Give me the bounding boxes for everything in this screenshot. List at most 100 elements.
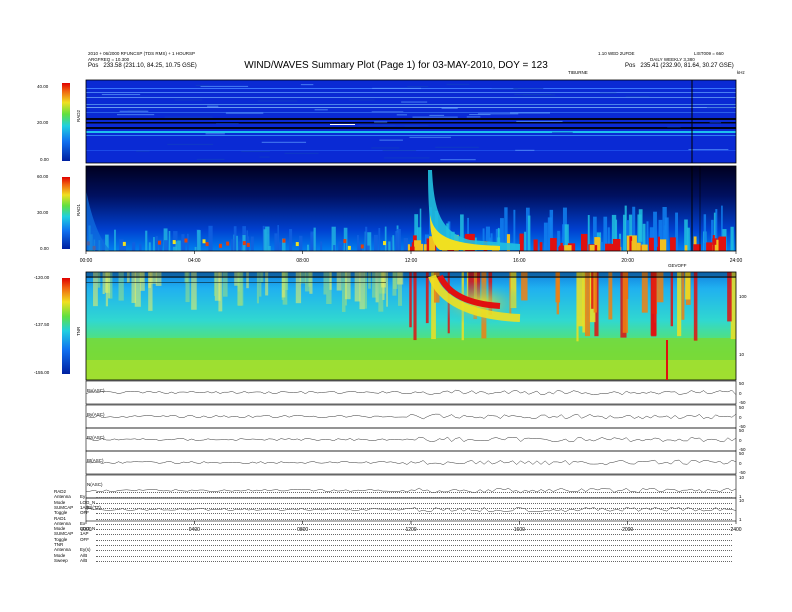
footer-value-9: OFF xyxy=(80,536,89,542)
rad1-streak-36 xyxy=(388,241,391,251)
line-xtick-label-6: 2400 xyxy=(730,527,741,533)
footer-value-6: Ex xyxy=(80,520,86,526)
rad2-speck-31 xyxy=(127,109,147,111)
rad1-dot-2 xyxy=(383,241,387,246)
rad1-xtick-label-3: 12:00 xyxy=(405,258,418,264)
rad2-line-4 xyxy=(86,107,736,108)
footer-dotted-line-13 xyxy=(96,560,732,562)
rad1-streak-115 xyxy=(403,237,409,251)
rad2-speck-14 xyxy=(116,114,155,116)
rad2-speck-24 xyxy=(382,150,417,152)
rad2-speck-13 xyxy=(174,99,203,101)
line-trace-1 xyxy=(85,413,737,420)
rad2-colorbar xyxy=(62,83,70,161)
rad1-dot-0 xyxy=(360,244,364,249)
rad2-speck-34 xyxy=(396,114,408,116)
rad2-speck-15 xyxy=(706,107,735,109)
footer-value-1: Ey xyxy=(80,494,86,500)
rad1-streak-150 xyxy=(132,242,136,251)
rad1-hot-64 xyxy=(560,242,563,251)
rad2-speck-28 xyxy=(195,84,209,86)
line-panels xyxy=(85,380,737,522)
tnr-streak-83 xyxy=(641,272,648,313)
rad2-speck-20 xyxy=(446,83,470,85)
footer-key-10: TNR xyxy=(54,542,64,547)
line-panel-right-tick: 10 xyxy=(739,475,745,480)
rad2-speck-19 xyxy=(688,149,729,151)
footer-key-2: Mode xyxy=(54,499,66,505)
tnr-right-tick-10: 10 xyxy=(739,352,745,357)
footer-dotted-line-0 xyxy=(96,492,732,493)
rad1-dot-6 xyxy=(205,242,209,247)
line-panel-right-tick: 0 xyxy=(739,390,742,396)
tnr-dark-band-1 xyxy=(86,276,736,278)
rad1-streak-131 xyxy=(231,239,234,251)
rad2-speck-26 xyxy=(101,94,141,96)
tnr-streak-49 xyxy=(409,272,412,328)
rad2-line-3 xyxy=(86,104,736,105)
line-panel-frame-3 xyxy=(85,450,737,475)
line-panel-frame-4 xyxy=(85,474,737,499)
rad2-speck-6 xyxy=(164,116,213,118)
footer-key-12: Mode xyxy=(54,552,66,558)
tnr-streak-52 xyxy=(593,272,597,313)
tnr-streak-34 xyxy=(693,272,698,341)
rad1-hot-61 xyxy=(589,244,595,251)
footer-dotted-line-10 xyxy=(96,545,732,546)
rad2-speck-42 xyxy=(383,157,430,159)
rad2-speck-22 xyxy=(259,156,270,158)
rad1-streak-158 xyxy=(197,230,201,251)
rad2-speck-49 xyxy=(514,94,552,96)
rad2-speck-52 xyxy=(205,133,225,135)
rad1-colorbar xyxy=(62,177,70,249)
rad2-line-1 xyxy=(86,92,736,93)
footer-dotted-line-6 xyxy=(96,523,732,525)
footer-value-4: OFF xyxy=(80,510,89,516)
footer-value-11: Ey(s) xyxy=(80,547,91,553)
rad1-streak-32 xyxy=(139,243,142,251)
rad1-streak-73 xyxy=(320,241,323,251)
rad1-dot-7 xyxy=(172,240,176,245)
rad1-hot-39 xyxy=(580,233,588,251)
tnr-panel xyxy=(62,271,737,381)
rad1-streak-0 xyxy=(168,230,171,251)
tnr-streak-104 xyxy=(622,272,629,333)
rad1-streak-97 xyxy=(233,226,237,251)
footer-key-7: Mode xyxy=(54,526,66,532)
rad1-dot-11 xyxy=(246,242,250,247)
rad1-xtick-label-4: 16:00 xyxy=(513,258,526,264)
footer-dotted-line-11 xyxy=(96,550,732,552)
rad1-hot-68 xyxy=(539,242,543,251)
line-trace-3 xyxy=(85,459,737,466)
rad1-streak-169 xyxy=(263,229,267,251)
rad2-white-mark xyxy=(330,124,355,125)
line-panel-right-tick: 0 xyxy=(739,437,742,443)
rad2-speck-53 xyxy=(284,152,319,154)
rad1-hot-47 xyxy=(407,244,411,251)
footer-dotted-line-12 xyxy=(96,555,732,557)
rad1-hot-7 xyxy=(693,244,701,251)
line-panel-right-tick: 50 xyxy=(739,428,745,433)
line-panel-label-2: Bz(ASC) xyxy=(87,434,105,440)
rad2-speck-35 xyxy=(379,139,403,141)
rad1-hot-38 xyxy=(612,238,621,251)
footer-key-6: Antenna xyxy=(54,520,71,526)
rad1-streak-162 xyxy=(181,234,185,251)
line-panel-right-tick: 50 xyxy=(739,381,745,386)
rad1-hot-31 xyxy=(658,239,667,251)
rad2-speck-16 xyxy=(371,147,400,149)
rad2-speck-44 xyxy=(440,159,476,161)
rad1-hot-65 xyxy=(631,240,636,251)
rad2-speck-38 xyxy=(207,105,219,107)
rad1-streak-159 xyxy=(313,227,316,251)
rad1-dot-13 xyxy=(226,241,230,246)
tnr-right-tick-100: 100 xyxy=(739,294,747,299)
line-panel-right-tick: 10 xyxy=(739,498,745,503)
rad2-speck-30 xyxy=(407,86,429,88)
footer-dotted-line-5 xyxy=(96,518,732,520)
rad1-dot-14 xyxy=(347,245,351,250)
rad2-speck-21 xyxy=(225,112,264,114)
rad2-speck-55 xyxy=(667,126,681,128)
rad2-speck-11 xyxy=(241,150,270,152)
rad2-speck-32 xyxy=(599,92,617,94)
